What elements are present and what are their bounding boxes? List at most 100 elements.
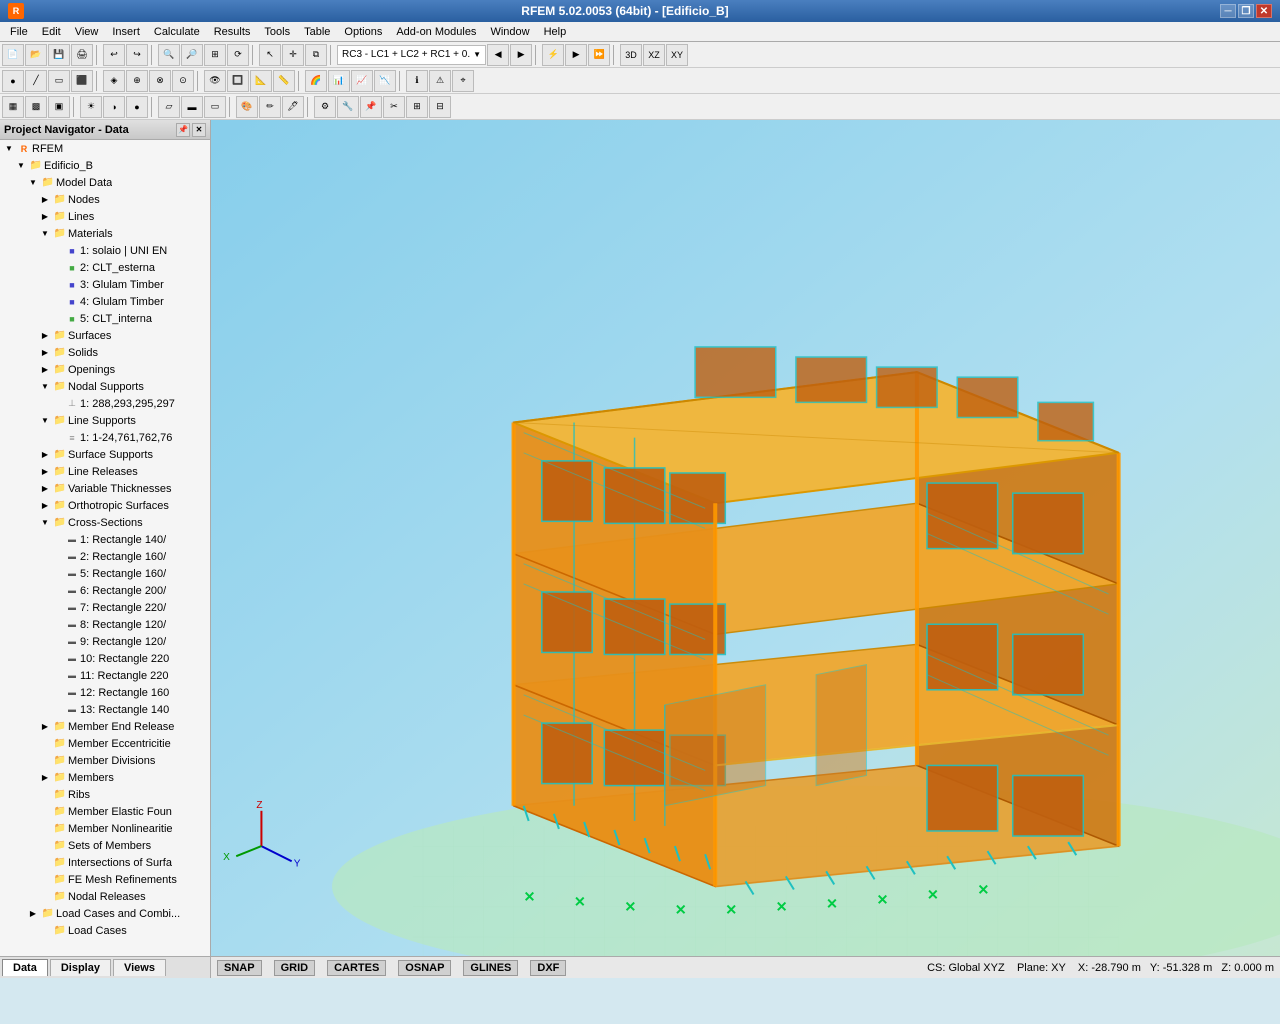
tb-res1[interactable]: 🌈 (305, 70, 327, 92)
tb-next[interactable]: ▶ (510, 44, 532, 66)
menu-results[interactable]: Results (208, 24, 257, 40)
nav-pin[interactable]: 📌 (176, 123, 190, 137)
tree-mat3[interactable]: ■ 3: Glulam Timber (0, 276, 210, 293)
tb-misc6[interactable]: ⊟ (429, 96, 451, 118)
tb-snap2[interactable]: ⌖ (452, 70, 474, 92)
tree-cs6[interactable]: ▬ 6: Rectangle 200/ (0, 582, 210, 599)
viewport[interactable]: ✕ ✕ ✕ ✕ ✕ ✕ ✕ ✕ ✕ ✕ (211, 120, 1280, 978)
tree-cs11[interactable]: ▬ 11: Rectangle 220 (0, 667, 210, 684)
expand-linerel[interactable]: ▶ (38, 465, 52, 479)
menu-addon[interactable]: Add-on Modules (390, 24, 482, 40)
minimize-button[interactable]: ─ (1220, 4, 1236, 18)
tree-cs9[interactable]: ▬ 9: Rectangle 120/ (0, 633, 210, 650)
glines-button[interactable]: GLINES (463, 960, 518, 976)
expand-solids[interactable]: ▶ (38, 346, 52, 360)
cartes-button[interactable]: CARTES (327, 960, 386, 976)
snap-button[interactable]: SNAP (217, 960, 262, 976)
expand-materials[interactable]: ▼ (38, 227, 52, 241)
tb-view4[interactable]: 📏 (273, 70, 295, 92)
tab-display[interactable]: Display (50, 959, 111, 976)
tb-color3[interactable]: 🖊 (282, 96, 304, 118)
expand-rfem[interactable]: ▼ (2, 142, 16, 156)
tb-loadcombo[interactable]: RC3 - LC1 + LC2 + RC1 + 0. ▼ (337, 45, 486, 65)
tree-mat4[interactable]: ■ 4: Glulam Timber (0, 293, 210, 310)
tree-mat2[interactable]: ■ 2: CLT_esterna (0, 259, 210, 276)
tb-view1[interactable]: 👁 (204, 70, 226, 92)
tb-disp4[interactable]: ⊙ (172, 70, 194, 92)
tb-surface[interactable]: ▭ (48, 70, 70, 92)
tb-render2[interactable]: ▩ (25, 96, 47, 118)
tb-node[interactable]: ● (2, 70, 24, 92)
tb-edge3[interactable]: ▭ (204, 96, 226, 118)
tb-copy[interactable]: ⧉ (305, 44, 327, 66)
expand-orthosur[interactable]: ▶ (38, 499, 52, 513)
tree-linesup[interactable]: ▼ 📁 Line Supports (0, 412, 210, 429)
tree-nodsup[interactable]: ▼ 📁 Nodal Supports (0, 378, 210, 395)
tree-orthosur[interactable]: ▶ 📁 Orthotropic Surfaces (0, 497, 210, 514)
expand-surfsup[interactable]: ▶ (38, 448, 52, 462)
nav-close-panel[interactable]: ✕ (192, 123, 206, 137)
tb-zoom-in[interactable]: 🔍 (158, 44, 180, 66)
tree-loadcases2[interactable]: 📁 Load Cases (0, 922, 210, 939)
tree-ribs[interactable]: 📁 Ribs (0, 786, 210, 803)
tree-membecc[interactable]: 📁 Member Eccentricitie (0, 735, 210, 752)
tree-femesh[interactable]: 📁 FE Mesh Refinements (0, 871, 210, 888)
tb-undo[interactable]: ↩ (103, 44, 125, 66)
expand-lines[interactable]: ▶ (38, 210, 52, 224)
tree-setmemb[interactable]: 📁 Sets of Members (0, 837, 210, 854)
tb-misc4[interactable]: ✂ (383, 96, 405, 118)
tb-select[interactable]: ↖ (259, 44, 281, 66)
tb-new[interactable]: 📄 (2, 44, 24, 66)
tab-data[interactable]: Data (2, 959, 48, 976)
tb-zoom-all[interactable]: ⊞ (204, 44, 226, 66)
menu-window[interactable]: Window (484, 24, 535, 40)
tree-varthick[interactable]: ▶ 📁 Variable Thicknesses (0, 480, 210, 497)
tb-save[interactable]: 💾 (48, 44, 70, 66)
expand-modeldata[interactable]: ▼ (26, 176, 40, 190)
tree-modeldata[interactable]: ▼ 📁 Model Data (0, 174, 210, 191)
tree-membnon[interactable]: 📁 Member Nonlinearitie (0, 820, 210, 837)
tb-view2[interactable]: 🔲 (227, 70, 249, 92)
tb-misc1[interactable]: ⚙ (314, 96, 336, 118)
menu-help[interactable]: Help (538, 24, 573, 40)
tb-res4[interactable]: 📉 (374, 70, 396, 92)
expand-members[interactable]: ▶ (38, 771, 52, 785)
osnap-button[interactable]: OSNAP (398, 960, 451, 976)
tb-calc3[interactable]: ⏩ (588, 44, 610, 66)
tree-cs8[interactable]: ▬ 8: Rectangle 120/ (0, 616, 210, 633)
tb-light1[interactable]: ☀ (80, 96, 102, 118)
tb-calc1[interactable]: ⚡ (542, 44, 564, 66)
expand-membend[interactable]: ▶ (38, 720, 52, 734)
tree-solids[interactable]: ▶ 📁 Solids (0, 344, 210, 361)
tb-line[interactable]: ╱ (25, 70, 47, 92)
tb-render3[interactable]: ▣ (48, 96, 70, 118)
tree-membend[interactable]: ▶ 📁 Member End Release (0, 718, 210, 735)
expand-surfaces[interactable]: ▶ (38, 329, 52, 343)
tree-surfaces[interactable]: ▶ 📁 Surfaces (0, 327, 210, 344)
grid-button[interactable]: GRID (274, 960, 316, 976)
tree-intersec[interactable]: 📁 Intersections of Surfa (0, 854, 210, 871)
tb-solid[interactable]: ⬛ (71, 70, 93, 92)
tb-render1[interactable]: ▦ (2, 96, 24, 118)
tb-prev[interactable]: ◀ (487, 44, 509, 66)
tb-3d[interactable]: 3D (620, 44, 642, 66)
tb-disp3[interactable]: ⊗ (149, 70, 171, 92)
tree-surfsup[interactable]: ▶ 📁 Surface Supports (0, 446, 210, 463)
tb-misc3[interactable]: 📌 (360, 96, 382, 118)
tb-disp1[interactable]: ◈ (103, 70, 125, 92)
expand-loadcases[interactable]: ▶ (26, 907, 40, 921)
tree-cs12[interactable]: ▬ 12: Rectangle 160 (0, 684, 210, 701)
expand-nodsup[interactable]: ▼ (38, 380, 52, 394)
tb-view3[interactable]: 📐 (250, 70, 272, 92)
tree-materials[interactable]: ▼ 📁 Materials (0, 225, 210, 242)
tree-openings[interactable]: ▶ 📁 Openings (0, 361, 210, 378)
tb-edge2[interactable]: ▬ (181, 96, 203, 118)
tb-disp2[interactable]: ⊕ (126, 70, 148, 92)
tree-cs5[interactable]: ▬ 5: Rectangle 160/ (0, 565, 210, 582)
tb-info[interactable]: ℹ (406, 70, 428, 92)
tree-cs7[interactable]: ▬ 7: Rectangle 220/ (0, 599, 210, 616)
tree-members[interactable]: ▶ 📁 Members (0, 769, 210, 786)
tb-print[interactable]: 🖨 (71, 44, 93, 66)
tb-open[interactable]: 📂 (25, 44, 47, 66)
expand-crosssec[interactable]: ▼ (38, 516, 52, 530)
